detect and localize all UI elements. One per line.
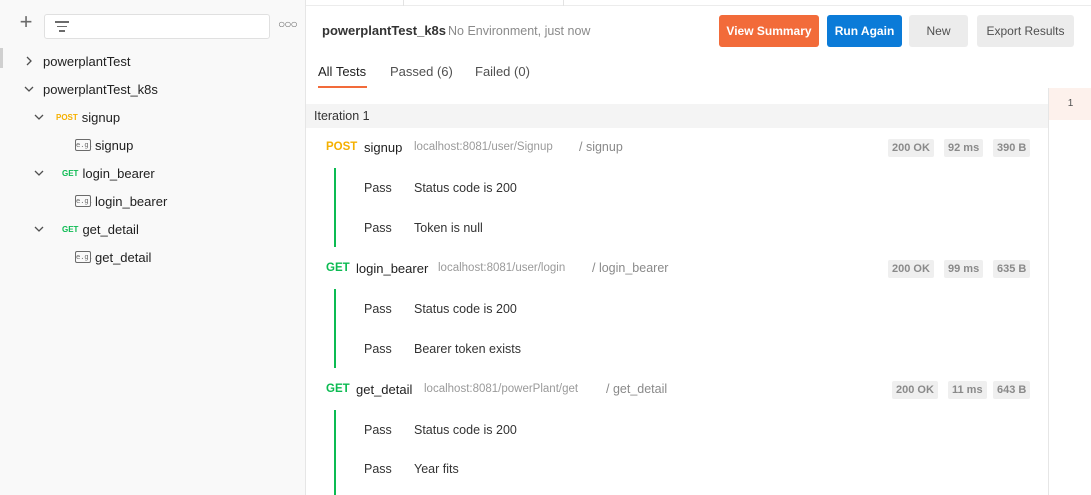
test-status: Pass bbox=[364, 342, 392, 356]
test-result-row: Pass Bearer token exists bbox=[306, 340, 1048, 360]
size-badge: 390 B bbox=[993, 139, 1031, 157]
tree-item-label: signup bbox=[95, 137, 134, 153]
iteration-label: Iteration 1 bbox=[314, 109, 370, 123]
tree-item-example[interactable]: e.g. login_bearer bbox=[75, 189, 167, 213]
chevron-right-icon[interactable] bbox=[22, 54, 36, 68]
sidebar-scroll-indicator bbox=[0, 48, 3, 68]
example-icon: e.g. bbox=[75, 195, 93, 207]
view-summary-button[interactable]: View Summary bbox=[719, 15, 819, 47]
sidebar-toolbar: + ○○○ bbox=[0, 0, 305, 44]
request-url: localhost:8081/user/Signup bbox=[414, 141, 553, 153]
iteration-column: 1 bbox=[1048, 88, 1091, 495]
request-name[interactable]: login_bearer bbox=[356, 261, 428, 276]
chevron-down-icon[interactable] bbox=[32, 222, 46, 236]
test-status: Pass bbox=[364, 181, 392, 195]
request-url: localhost:8081/user/login bbox=[438, 262, 566, 274]
test-result-row: Pass Status code is 200 bbox=[306, 300, 1048, 320]
method-badge: GET bbox=[62, 168, 79, 178]
top-tab-strip bbox=[306, 0, 1091, 6]
active-tab-indicator bbox=[318, 86, 367, 88]
request-method: GET bbox=[326, 383, 350, 395]
status-badge: 200 OK bbox=[888, 260, 934, 278]
request-url: localhost:8081/powerPlant/get bbox=[424, 383, 579, 395]
request-row: GET login_bearer localhost:8081/user/log… bbox=[306, 257, 1048, 281]
new-button[interactable]: New bbox=[909, 15, 968, 47]
test-status: Pass bbox=[364, 302, 392, 316]
request-method: GET bbox=[326, 262, 350, 274]
test-result-row: Pass Status code is 200 bbox=[306, 421, 1048, 441]
test-result-row: Pass Status code is 200 bbox=[306, 179, 1048, 199]
request-path: / login_bearer bbox=[592, 261, 669, 275]
test-name: Bearer token exists bbox=[414, 342, 521, 356]
iteration-number-1[interactable]: 1 bbox=[1049, 88, 1091, 120]
test-status: Pass bbox=[364, 423, 392, 437]
sidebar: + ○○○ powerplantTest powerplantTest_k8s … bbox=[0, 0, 306, 495]
top-strip-segment bbox=[404, 0, 564, 6]
time-badge: 99 ms bbox=[944, 260, 984, 278]
chevron-down-icon[interactable] bbox=[32, 110, 46, 124]
tree-item-label: signup bbox=[81, 109, 121, 125]
time-badge: 11 ms bbox=[948, 381, 987, 399]
tree-item-example[interactable]: e.g. get_detail bbox=[75, 245, 151, 269]
tab-passed[interactable]: Passed (6) bbox=[390, 64, 453, 79]
tab-all-tests[interactable]: All Tests bbox=[318, 64, 366, 79]
more-horizontal-icon[interactable]: ○○○ bbox=[278, 17, 298, 31]
tree-item-example[interactable]: e.g. signup bbox=[75, 133, 133, 157]
size-badge: 643 B bbox=[993, 381, 1031, 399]
export-results-button[interactable]: Export Results bbox=[977, 15, 1074, 47]
filter-input[interactable] bbox=[44, 14, 270, 39]
status-badge: 200 OK bbox=[888, 139, 934, 157]
tree-item-label: login_bearer bbox=[82, 165, 155, 181]
size-badge: 635 B bbox=[993, 260, 1031, 278]
test-name: Status code is 200 bbox=[414, 423, 517, 437]
chevron-down-icon[interactable] bbox=[32, 166, 46, 180]
example-icon: e.g. bbox=[75, 251, 93, 263]
iteration-header: Iteration 1 bbox=[306, 104, 1048, 128]
tree-item-label: powerplantTest_k8s bbox=[43, 81, 158, 97]
test-status: Pass bbox=[364, 221, 392, 235]
tree-item-collection[interactable]: powerplantTest bbox=[22, 49, 130, 73]
request-name[interactable]: signup bbox=[364, 140, 402, 155]
top-strip-segment bbox=[306, 0, 404, 6]
test-name: Token is null bbox=[414, 221, 483, 235]
request-row: GET get_detail localhost:8081/powerPlant… bbox=[306, 378, 1048, 402]
tree-item-label: get_detail bbox=[82, 221, 139, 237]
request-name[interactable]: get_detail bbox=[356, 382, 412, 397]
example-icon: e.g. bbox=[75, 139, 93, 151]
status-badge: 200 OK bbox=[892, 381, 938, 399]
request-row: POST signup localhost:8081/user/Signup /… bbox=[306, 136, 1048, 160]
method-badge: GET bbox=[62, 224, 79, 234]
time-badge: 92 ms bbox=[944, 139, 984, 157]
run-again-button[interactable]: Run Again bbox=[827, 15, 902, 47]
method-badge: POST bbox=[56, 112, 78, 122]
request-path: / signup bbox=[579, 140, 623, 154]
test-result-row: Pass Token is null bbox=[306, 219, 1048, 239]
test-status: Pass bbox=[364, 462, 392, 476]
tree-item-collection[interactable]: powerplantTest_k8s bbox=[22, 77, 158, 101]
chevron-down-icon[interactable] bbox=[22, 82, 36, 96]
filter-icon bbox=[55, 21, 69, 33]
plus-icon[interactable]: + bbox=[16, 11, 36, 33]
test-name: Year fits bbox=[414, 462, 459, 476]
request-method: POST bbox=[326, 141, 358, 153]
test-name: Status code is 200 bbox=[414, 181, 517, 195]
test-result-row: Pass Year fits bbox=[306, 460, 1048, 480]
run-title: powerplantTest_k8s bbox=[322, 23, 447, 38]
run-subtitle: No Environment, just now bbox=[448, 24, 591, 38]
tab-failed[interactable]: Failed (0) bbox=[475, 64, 530, 79]
tree-item-request[interactable]: POST signup bbox=[32, 105, 120, 129]
test-name: Status code is 200 bbox=[414, 302, 517, 316]
tree-item-label: powerplantTest bbox=[43, 53, 131, 69]
tree-item-label: login_bearer bbox=[95, 193, 168, 209]
tree-item-label: get_detail bbox=[95, 249, 152, 265]
tree-item-request[interactable]: GET get_detail bbox=[32, 217, 139, 241]
runner-results: powerplantTest_k8s No Environment, just … bbox=[306, 0, 1091, 495]
tree-item-request[interactable]: GET login_bearer bbox=[32, 161, 155, 185]
request-path: / get_detail bbox=[606, 382, 668, 396]
